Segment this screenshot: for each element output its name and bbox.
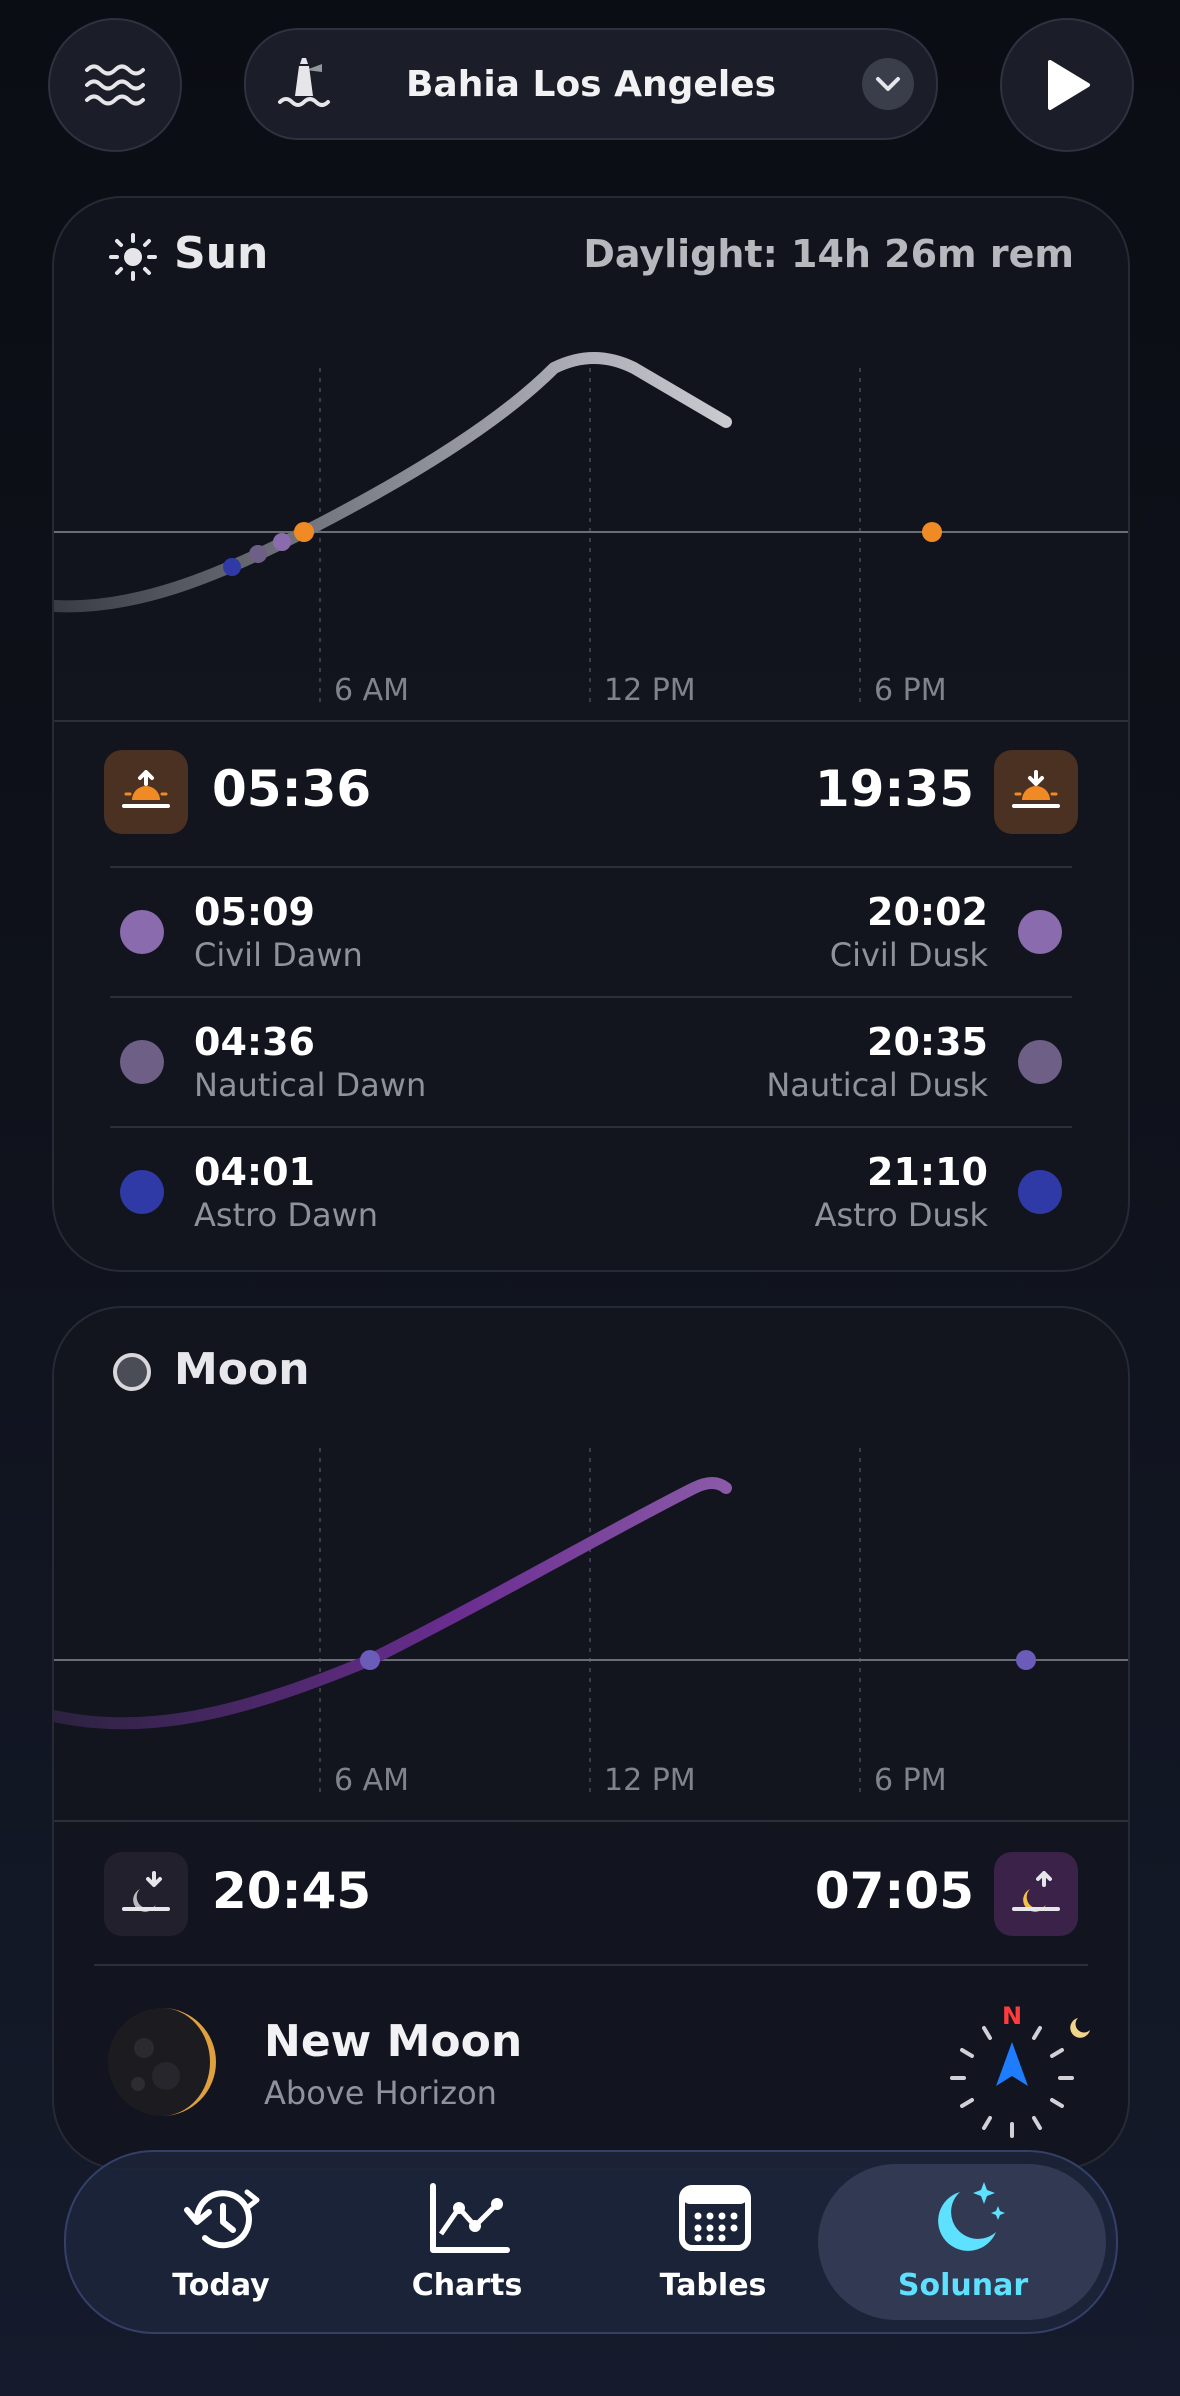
moon-path-chart: 6 AM 12 PM 6 PM — [54, 1448, 1128, 1798]
civil-dusk-time: 20:02 — [867, 890, 988, 934]
divider — [110, 996, 1072, 998]
astro-dusk-dot — [1018, 1170, 1062, 1214]
tab-solunar[interactable]: Solunar — [838, 2152, 1088, 2332]
waves-icon — [85, 64, 145, 106]
calendar-table-icon — [679, 2185, 751, 2251]
tab-solunar-label: Solunar — [897, 2268, 1029, 2303]
compass-arrow-icon — [996, 2042, 1028, 2086]
sunset-marker — [922, 522, 942, 542]
tick-6pm: 6 PM — [874, 1763, 947, 1798]
moonset-icon — [122, 1871, 170, 1912]
civil-dawn-label: Civil Dawn — [194, 936, 363, 974]
sunset-icon-tile — [994, 750, 1078, 834]
divider — [54, 720, 1128, 722]
civil-dusk-dot — [1018, 910, 1062, 954]
astro-dawn-dot — [120, 1170, 164, 1214]
tick-12pm: 12 PM — [604, 1763, 696, 1798]
tick-6pm: 6 PM — [874, 673, 947, 708]
location-name: Bahia Los Angeles — [405, 64, 777, 105]
civil-dawn-marker — [273, 533, 291, 551]
nautical-dawn-dot — [120, 1040, 164, 1084]
divider — [110, 1126, 1072, 1128]
divider — [110, 866, 1072, 868]
astro-dawn-marker — [223, 558, 241, 576]
civil-dawn-time: 05:09 — [194, 890, 315, 934]
moonset-time: 20:45 — [212, 1862, 372, 1920]
moon-path-curve — [54, 1477, 732, 1730]
nautical-dusk-dot — [1018, 1040, 1062, 1084]
nautical-dawn-marker — [249, 545, 267, 563]
play-icon — [1048, 60, 1090, 110]
moon-compass: N — [950, 2002, 1090, 2138]
moon-direction-icon — [1070, 2018, 1090, 2038]
sunrise-marker — [294, 522, 314, 542]
tab-charts[interactable]: Charts — [342, 2152, 592, 2332]
sun-path-curve — [54, 352, 732, 613]
divider — [54, 1820, 1128, 1822]
sunrise-icon-tile — [104, 750, 188, 834]
moon-stars-icon — [938, 2182, 1005, 2251]
nautical-dusk-time: 20:35 — [867, 1020, 988, 1064]
time-gridlines — [319, 1448, 861, 1794]
moonrise-icon-tile — [994, 1852, 1078, 1936]
sun-card: Sun Daylight: 14h 26m rem 6 AM 12 PM 6 P… — [52, 196, 1130, 1272]
location-selector[interactable]: Bahia Los Angeles — [244, 28, 938, 140]
astro-dawn-label: Astro Dawn — [194, 1196, 379, 1234]
bottom-tab-bar: Today Charts Tables Solunar — [64, 2150, 1118, 2334]
astro-dusk-label: Astro Dusk — [814, 1196, 988, 1234]
tick-6am: 6 AM — [334, 1763, 409, 1798]
divider — [94, 1964, 1088, 1966]
line-chart-icon — [430, 2183, 510, 2253]
sun-path-chart: 6 AM 12 PM 6 PM — [54, 352, 1128, 708]
sunrise-time: 05:36 — [212, 760, 372, 818]
civil-dusk-label: Civil Dusk — [829, 936, 988, 974]
history-clock-icon — [184, 2189, 260, 2249]
tab-today-label: Today — [172, 2268, 270, 2303]
play-button[interactable] — [1000, 18, 1134, 152]
astro-dusk-time: 21:10 — [867, 1150, 988, 1194]
moonrise-time: 07:05 — [814, 1862, 974, 1920]
tick-6am: 6 AM — [334, 673, 409, 708]
nautical-dusk-label: Nautical Dusk — [766, 1066, 988, 1104]
time-gridlines — [319, 368, 861, 708]
moonset-marker — [1016, 1650, 1036, 1670]
sunset-time: 19:35 — [814, 760, 974, 818]
moonset-icon-tile — [104, 1852, 188, 1936]
sunrise-icon — [122, 770, 170, 808]
moonrise-icon — [1012, 1871, 1060, 1912]
civil-dawn-dot — [120, 910, 164, 954]
astro-dawn-time: 04:01 — [194, 1150, 315, 1194]
chevron-down-icon — [876, 77, 900, 91]
tab-charts-label: Charts — [411, 2268, 523, 2303]
location-dropdown-button[interactable] — [862, 58, 914, 110]
moon-phase-name: New Moon — [264, 2016, 523, 2067]
tab-today[interactable]: Today — [96, 2152, 346, 2332]
compass-north-label: N — [1002, 2002, 1022, 2030]
nautical-dawn-time: 04:36 — [194, 1020, 315, 1064]
tick-12pm: 12 PM — [604, 673, 696, 708]
tab-tables[interactable]: Tables — [588, 2152, 838, 2332]
moon-card: Moon 6 AM 12 PM 6 PM 20:45 07:05 New Moo… — [52, 1306, 1130, 2170]
moon-position: Above Horizon — [264, 2074, 497, 2112]
moonrise-marker — [360, 1650, 380, 1670]
tab-tables-label: Tables — [659, 2268, 767, 2303]
sunset-icon — [1012, 770, 1060, 808]
nautical-dawn-label: Nautical Dawn — [194, 1066, 427, 1104]
moon-phase-icon — [108, 2008, 216, 2116]
tide-menu-button[interactable] — [48, 18, 182, 152]
